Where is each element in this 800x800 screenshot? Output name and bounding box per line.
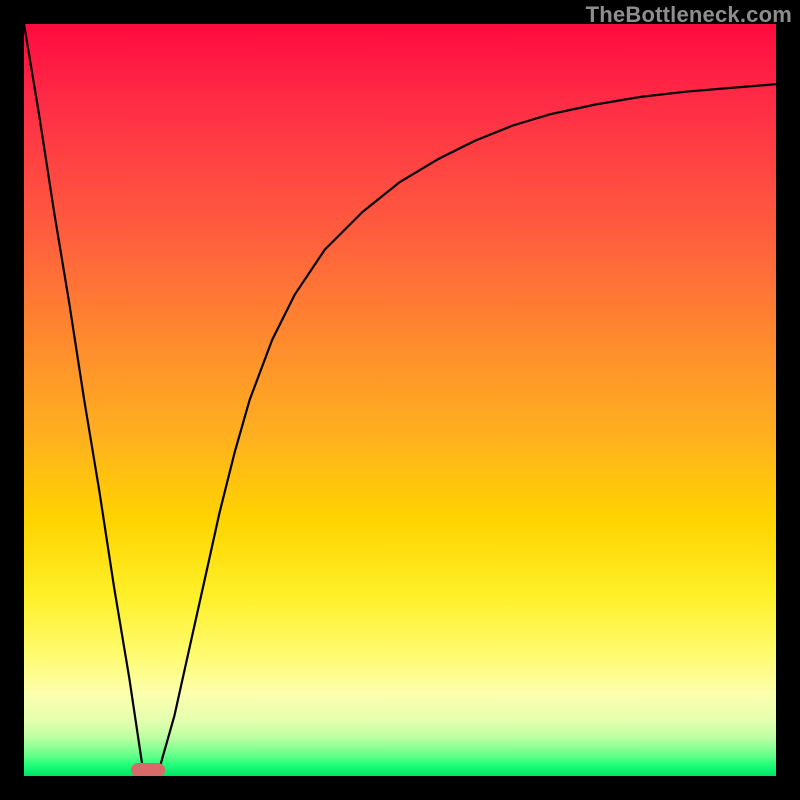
- optimum-marker: [131, 763, 165, 776]
- watermark-text: TheBottleneck.com: [586, 2, 792, 28]
- chart-frame: TheBottleneck.com: [0, 0, 800, 800]
- plot-area: [24, 24, 776, 776]
- bottleneck-curve: [24, 24, 776, 776]
- curve-path: [24, 24, 776, 769]
